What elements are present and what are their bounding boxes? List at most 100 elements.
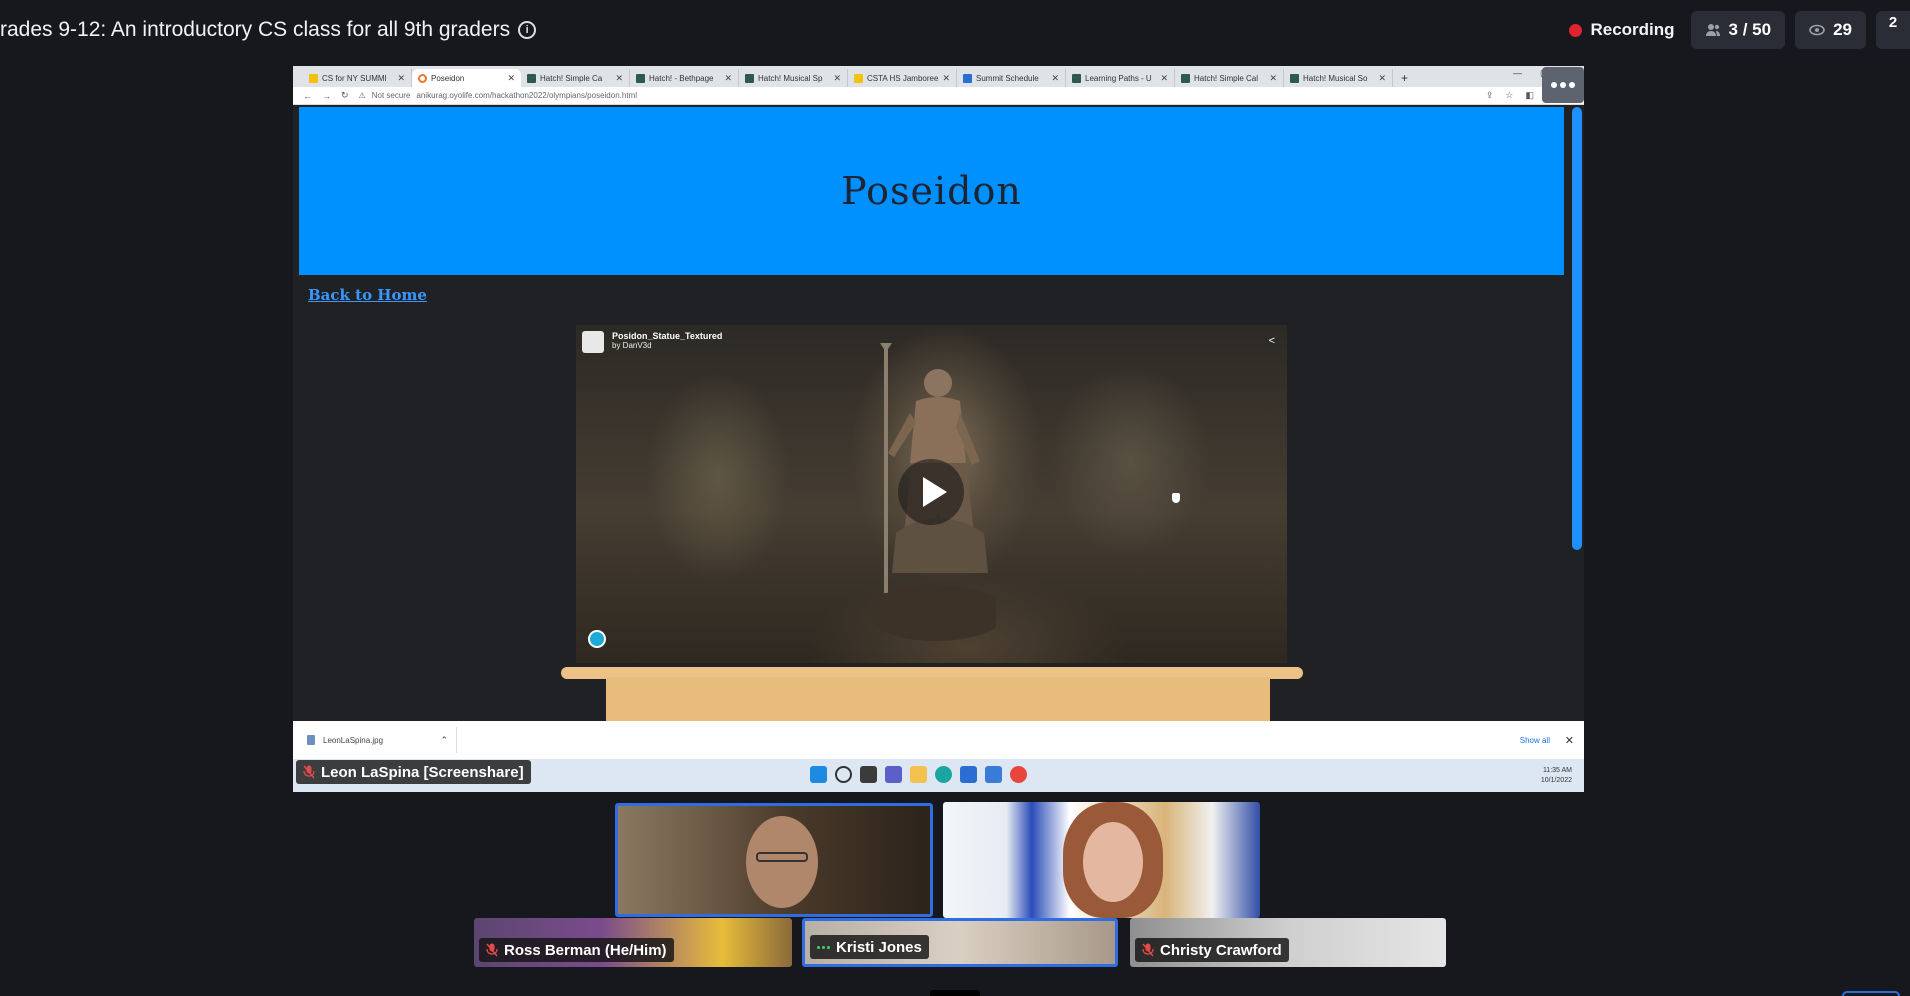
tab-label: Hatch! Simple Cal [1194, 73, 1259, 83]
bookmark-star-icon[interactable]: ☆ [1505, 90, 1513, 101]
sketchfab-3d-viewer[interactable]: Posidon_Statue_Textured by DanV3d < [576, 325, 1287, 663]
browser-tab[interactable]: CSTA HS Jamboree ✕ [848, 69, 957, 87]
close-downloads-icon[interactable]: ✕ [1565, 734, 1574, 747]
video-tile-kristi[interactable] [943, 802, 1260, 918]
recording-indicator: Recording [1569, 20, 1675, 40]
people-icon [1705, 24, 1720, 36]
video-tile-ross[interactable] [615, 803, 933, 917]
tab-favicon-icon [309, 73, 318, 83]
browser-tab[interactable]: Hatch! Simple Ca ✕ [521, 69, 630, 87]
corner-button[interactable] [1842, 991, 1900, 996]
info-icon[interactable]: i [518, 21, 537, 39]
minimize-icon[interactable]: — [1513, 68, 1522, 79]
tab-close-icon[interactable]: ✕ [1051, 73, 1059, 84]
participants-count: 3 / 50 [1728, 20, 1772, 39]
store-icon[interactable] [960, 766, 977, 783]
browser-address-bar: ← → ↻ ⚠ Not secure anikurag.oyolife.com/… [293, 67, 1584, 105]
participants-count-button[interactable]: 3 / 50 [1690, 11, 1786, 49]
show-all-link[interactable]: Show all [1520, 736, 1550, 745]
tab-favicon-icon [854, 73, 863, 83]
browser-tab[interactable]: Hatch! Musical So ✕ [1284, 69, 1393, 87]
tab-favicon-icon [1181, 73, 1190, 83]
file-icon [307, 735, 315, 745]
taskbar-clock[interactable]: 11:35 AM 10/1/2022 [1541, 766, 1572, 786]
tab-close-icon[interactable]: ✕ [1378, 73, 1386, 84]
address-bar-actions: ⇪ ☆ ◧ [1486, 90, 1534, 101]
tab-favicon-icon [1072, 73, 1081, 83]
participant-label-kristi: Kristi Jones [810, 935, 929, 959]
share-icon[interactable]: < [1269, 335, 1275, 347]
browser-tab[interactable]: Poseidon ✕ [412, 69, 521, 87]
participant-tile-ross[interactable]: Ross Berman (He/Him) [474, 918, 792, 967]
sidepanel-icon[interactable]: ◧ [1525, 90, 1534, 101]
recording-label: Recording [1590, 20, 1675, 39]
tab-label: Hatch! Musical Sp [758, 73, 823, 83]
teams-icon[interactable] [885, 766, 902, 783]
tab-close-icon[interactable]: ✕ [615, 73, 623, 84]
tab-close-icon[interactable]: ✕ [397, 73, 405, 84]
file-explorer-icon[interactable] [910, 766, 927, 783]
mic-off-icon [1142, 943, 1154, 957]
tab-label: Poseidon [431, 73, 465, 83]
new-tab-button[interactable]: + [1393, 69, 1416, 87]
participant-tile-christy[interactable]: Christy Crawford [1130, 918, 1446, 967]
page-scrollbar[interactable] [1572, 107, 1582, 719]
browser-tab[interactable]: Summit Schedule ✕ [957, 69, 1066, 87]
reload-icon[interactable]: ↻ [341, 90, 349, 101]
tab-close-icon[interactable]: ✕ [833, 73, 841, 84]
task-view-icon[interactable] [860, 766, 877, 783]
browser-tab[interactable]: Hatch! Simple Cal ✕ [1175, 69, 1284, 87]
tab-close-icon[interactable]: ✕ [1160, 73, 1168, 84]
tab-close-icon[interactable]: ✕ [942, 73, 950, 84]
screenshare-window: CS for NY SUMMI ✕ Poseidon ✕ Hatch! Simple C… [293, 66, 1584, 792]
screenshare-label: Leon LaSpina [Screenshare] [296, 760, 531, 784]
more-options-button[interactable] [1542, 67, 1584, 103]
play-button[interactable] [898, 459, 964, 525]
tab-close-icon[interactable]: ✕ [507, 73, 515, 84]
chrome-icon[interactable] [1010, 766, 1027, 783]
taskbar-icons [810, 766, 1027, 783]
bottom-handle [930, 990, 980, 996]
tab-label: Learning Paths - U [1085, 73, 1152, 83]
edge-icon[interactable] [935, 766, 952, 783]
browser-tab[interactable]: CS for NY SUMMI ✕ [303, 69, 412, 87]
author-avatar[interactable] [582, 331, 604, 353]
model-header: Posidon_Statue_Textured by DanV3d [582, 331, 722, 353]
eye-icon [1809, 24, 1825, 36]
tab-close-icon[interactable]: ✕ [1269, 73, 1277, 84]
sketchfab-logo-icon[interactable] [588, 630, 606, 648]
back-icon[interactable]: ← [303, 91, 312, 101]
browser-tab[interactable]: Hatch! - Bethpage ✕ [630, 69, 739, 87]
browser-tab[interactable]: Hatch! Musical Sp ✕ [739, 69, 848, 87]
participant-tile-kristi[interactable]: Kristi Jones [802, 918, 1118, 967]
scroll-thumb[interactable] [1572, 107, 1582, 550]
tab-favicon-icon [418, 73, 427, 83]
meeting-title-text: rades 9-12: An introductory CS class for… [0, 18, 511, 41]
url-text: anikurag.oyolife.com/hackathon2022/olymp… [416, 91, 637, 100]
viewers-count: 29 [1833, 20, 1852, 39]
chevron-up-icon[interactable]: ⌃ [440, 735, 448, 746]
tab-label: Hatch! Musical So [1303, 73, 1368, 83]
back-to-home-link[interactable]: Back to Home [308, 286, 427, 304]
downloads-bar: LeonLaSpina.jpg ⌃ Show all ✕ [293, 721, 1584, 759]
model-author[interactable]: by DanV3d [612, 341, 722, 350]
model-name[interactable]: Posidon_Statue_Textured [612, 331, 722, 341]
meeting-status-bar: Recording 3 / 50 29 2 [1569, 11, 1910, 49]
search-icon[interactable] [835, 766, 852, 783]
tab-label: Summit Schedule [976, 73, 1039, 83]
url-box[interactable]: ⚠ Not secure anikurag.oyolife.com/hackat… [359, 89, 1476, 102]
tab-close-icon[interactable]: ✕ [724, 73, 732, 84]
corner-badge[interactable]: 2 [1876, 11, 1910, 49]
windows-start-icon[interactable] [810, 766, 827, 783]
download-item[interactable]: LeonLaSpina.jpg ⌃ [307, 727, 457, 753]
browser-tab[interactable]: Learning Paths - U ✕ [1066, 69, 1175, 87]
tab-favicon-icon [527, 73, 536, 83]
viewers-count-button[interactable]: 29 [1795, 11, 1866, 49]
participant-label-ross: Ross Berman (He/Him) [479, 938, 674, 962]
participant-label-christy: Christy Crawford [1135, 938, 1289, 962]
meeting-stage: rades 9-12: An introductory CS class for… [0, 0, 1910, 996]
app-icon[interactable] [985, 766, 1002, 783]
meeting-title: rades 9-12: An introductory CS class for… [0, 18, 537, 42]
forward-icon[interactable]: → [322, 91, 331, 101]
share-page-icon[interactable]: ⇪ [1486, 90, 1494, 101]
